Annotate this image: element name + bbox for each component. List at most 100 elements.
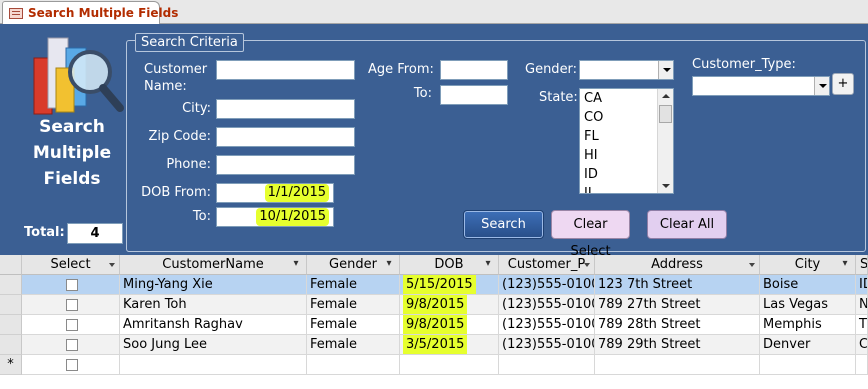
- filter-icon[interactable]: ▾: [481, 258, 495, 270]
- customer-name-cell[interactable]: Karen Toh: [120, 295, 307, 315]
- chevron-down-icon[interactable]: [584, 263, 590, 267]
- address-cell[interactable]: 123 7th Street: [595, 275, 760, 295]
- address-cell[interactable]: [595, 355, 760, 375]
- state-cell[interactable]: C: [856, 335, 868, 355]
- customer-name-cell[interactable]: Soo Jung Lee: [120, 335, 307, 355]
- record-selector[interactable]: [0, 335, 22, 355]
- filter-icon[interactable]: ▾: [382, 258, 396, 270]
- filter-icon[interactable]: ▾: [838, 258, 852, 270]
- add-customer-type-button[interactable]: +: [832, 73, 854, 95]
- select-cell[interactable]: [22, 355, 120, 375]
- select-cell[interactable]: [22, 315, 120, 335]
- customer-type-combobox[interactable]: [692, 76, 830, 96]
- gender-cell[interactable]: Female: [307, 315, 400, 335]
- new-record-row[interactable]: *: [0, 355, 868, 375]
- scroll-down-icon[interactable]: [658, 179, 673, 193]
- clear-select-button[interactable]: Clear Select: [551, 210, 630, 259]
- age-from-input[interactable]: [440, 60, 508, 80]
- select-checkbox[interactable]: [66, 319, 78, 331]
- chevron-down-icon[interactable]: [658, 61, 673, 79]
- dob-from-input[interactable]: 1/1/2015: [216, 183, 334, 203]
- chevron-down-icon[interactable]: [109, 263, 115, 267]
- gender-cell[interactable]: Female: [307, 275, 400, 295]
- new-record-marker[interactable]: *: [0, 355, 22, 375]
- select-cell[interactable]: [22, 275, 120, 295]
- select-checkbox[interactable]: [66, 299, 78, 311]
- select-cell[interactable]: [22, 335, 120, 355]
- column-header-state[interactable]: S: [856, 255, 868, 275]
- gender-cell[interactable]: Female: [307, 295, 400, 315]
- table-row[interactable]: Amritansh Raghav Female 9/8/2015 (123)55…: [0, 315, 868, 335]
- city-cell[interactable]: Las Vegas: [760, 295, 856, 315]
- dob-cell[interactable]: 3/5/2015: [400, 335, 499, 355]
- state-cell[interactable]: [856, 355, 868, 375]
- dob-cell[interactable]: 9/8/2015: [400, 295, 499, 315]
- select-checkbox[interactable]: [66, 359, 78, 371]
- customer-name-label-line2: Name:: [144, 79, 187, 94]
- gender-label: Gender:: [525, 62, 578, 77]
- gender-combobox[interactable]: [579, 60, 674, 80]
- chevron-down-icon[interactable]: [814, 77, 829, 95]
- dob-cell[interactable]: 9/8/2015: [400, 315, 499, 335]
- column-header-city[interactable]: City ▾: [760, 255, 856, 275]
- table-row[interactable]: Ming-Yang Xie Female 5/15/2015 (123)555-…: [0, 275, 868, 295]
- record-selector-header[interactable]: [0, 255, 22, 275]
- customer-name-cell[interactable]: Amritansh Raghav: [120, 315, 307, 335]
- scroll-thumb[interactable]: [659, 105, 672, 123]
- phone-input[interactable]: [216, 155, 355, 175]
- record-selector[interactable]: [0, 315, 22, 335]
- customer-name-cell[interactable]: Ming-Yang Xie: [120, 275, 307, 295]
- gender-cell[interactable]: [307, 355, 400, 375]
- form-title-line: Multiple: [32, 143, 112, 163]
- column-header-customer-phone[interactable]: Customer_P: [499, 255, 595, 275]
- column-header-customername[interactable]: CustomerName ▾: [120, 255, 307, 275]
- chevron-down-icon[interactable]: [749, 263, 755, 267]
- column-header-address[interactable]: Address: [595, 255, 760, 275]
- city-cell[interactable]: Boise: [760, 275, 856, 295]
- phone-cell[interactable]: (123)555-0100: [499, 335, 595, 355]
- select-checkbox[interactable]: [66, 279, 78, 291]
- state-listbox[interactable]: CA CO FL HI ID IL: [579, 88, 674, 194]
- phone-cell[interactable]: [499, 355, 595, 375]
- column-header-dob[interactable]: DOB ▾: [400, 255, 499, 275]
- record-selector[interactable]: [0, 275, 22, 295]
- gender-cell[interactable]: Female: [307, 335, 400, 355]
- customer-name-input[interactable]: [216, 60, 355, 80]
- select-cell[interactable]: [22, 295, 120, 315]
- city-cell[interactable]: Memphis: [760, 315, 856, 335]
- state-label: State:: [539, 90, 578, 105]
- city-input[interactable]: [216, 99, 355, 119]
- filter-icon[interactable]: ▾: [289, 258, 303, 270]
- dob-from-label: DOB From:: [141, 185, 211, 200]
- state-cell[interactable]: N: [856, 295, 868, 315]
- address-cell[interactable]: 789 27th Street: [595, 295, 760, 315]
- address-cell[interactable]: 789 28th Street: [595, 315, 760, 335]
- tab-search-multiple-fields[interactable]: Search Multiple Fields: [2, 1, 178, 24]
- state-scrollbar[interactable]: [657, 89, 673, 193]
- city-cell[interactable]: [760, 355, 856, 375]
- table-row[interactable]: Soo Jung Lee Female 3/5/2015 (123)555-01…: [0, 335, 868, 355]
- column-header-gender[interactable]: Gender ▾: [307, 255, 400, 275]
- state-cell[interactable]: ID: [856, 275, 868, 295]
- phone-cell[interactable]: (123)555-0100: [499, 275, 595, 295]
- zip-code-input[interactable]: [216, 127, 355, 147]
- city-cell[interactable]: Denver: [760, 335, 856, 355]
- column-header-select[interactable]: Select: [22, 255, 120, 275]
- clear-all-button[interactable]: Clear All: [647, 210, 727, 239]
- scroll-up-icon[interactable]: [658, 89, 673, 103]
- dob-cell[interactable]: [400, 355, 499, 375]
- table-row[interactable]: Karen Toh Female 9/8/2015 (123)555-0100 …: [0, 295, 868, 315]
- select-checkbox[interactable]: [66, 339, 78, 351]
- search-button[interactable]: Search: [463, 210, 544, 239]
- age-to-input[interactable]: [440, 85, 508, 105]
- customer-name-cell[interactable]: [120, 355, 307, 375]
- dob-cell[interactable]: 5/15/2015: [400, 275, 499, 295]
- column-header-label: Customer_P: [507, 257, 586, 272]
- address-cell[interactable]: 789 29th Street: [595, 335, 760, 355]
- phone-cell[interactable]: (123)555-0100: [499, 295, 595, 315]
- record-selector[interactable]: [0, 295, 22, 315]
- column-header-label: City: [794, 257, 821, 272]
- dob-to-input[interactable]: 10/1/2015: [216, 207, 334, 227]
- phone-cell[interactable]: (123)555-0100: [499, 315, 595, 335]
- state-cell[interactable]: T: [856, 315, 868, 335]
